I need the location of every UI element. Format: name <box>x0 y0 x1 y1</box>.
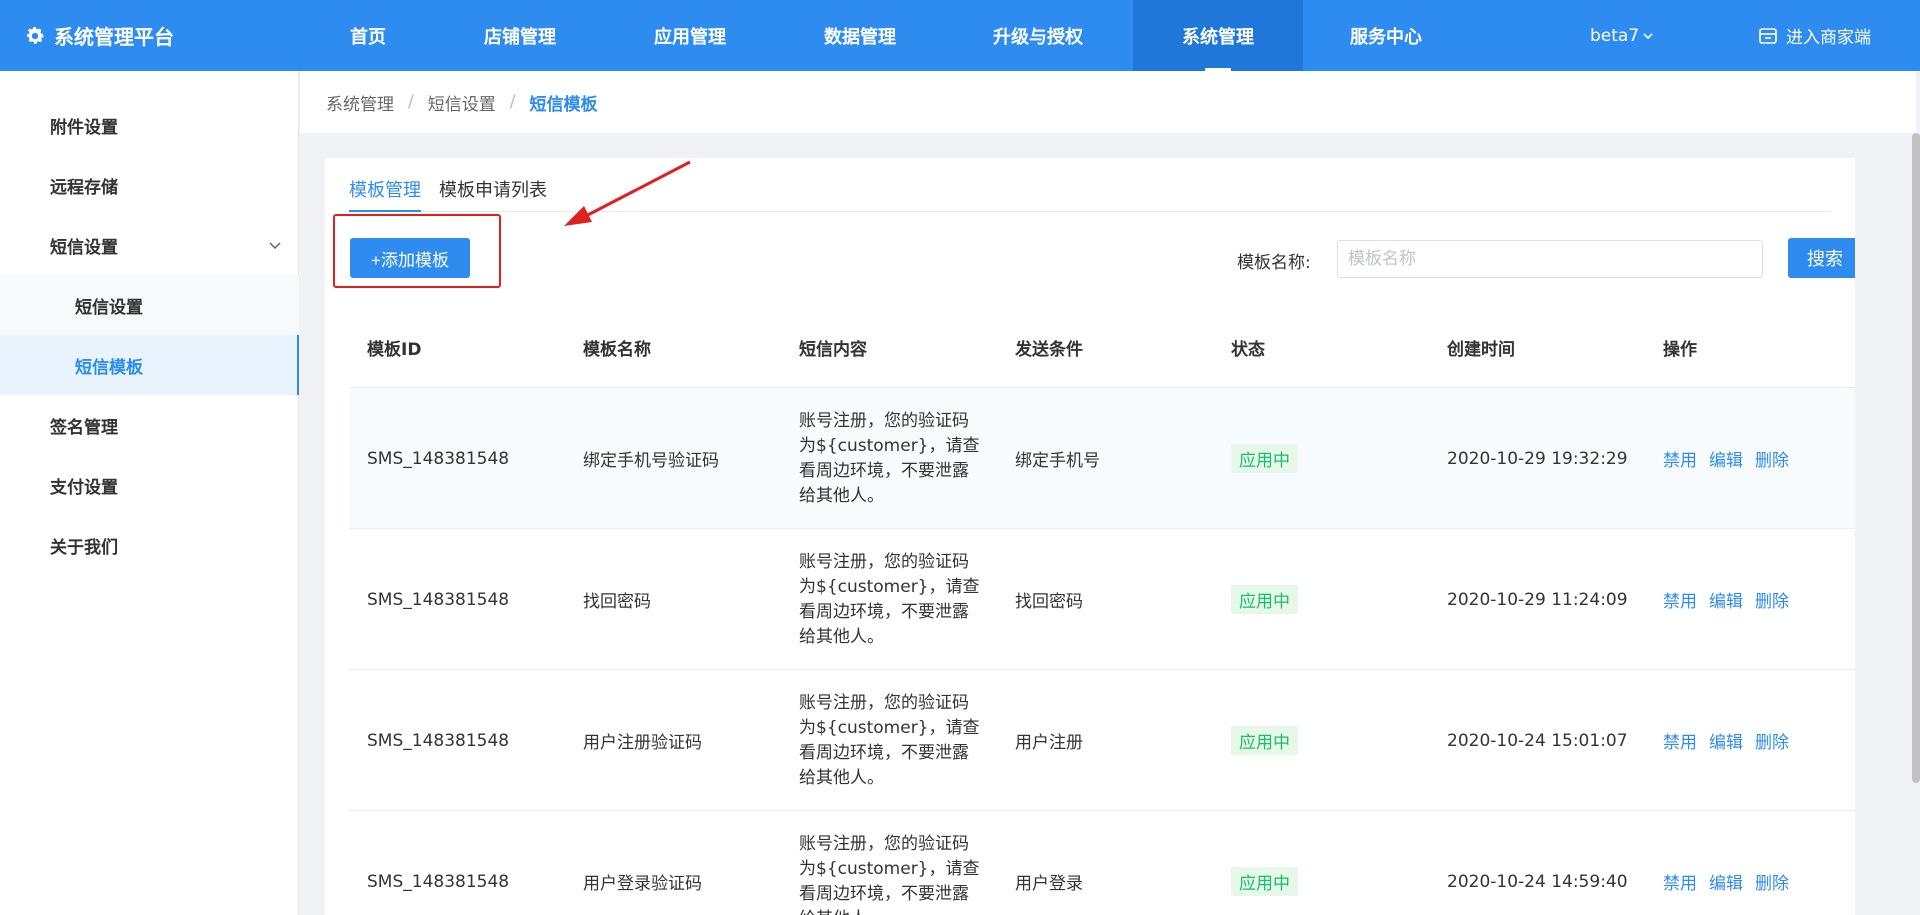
table-row: SMS_148381548 用户注册验证码 账号注册，您的验证码为${custo… <box>349 670 1855 811</box>
table-row: SMS_148381548 用户登录验证码 账号注册，您的验证码为${custo… <box>349 811 1855 915</box>
sidebar-subitem-sms-template[interactable]: 短信模板 <box>0 335 299 395</box>
nav-service-center[interactable]: 服务中心 <box>1336 0 1436 71</box>
cell-actions: 禁用 编辑 删除 <box>1663 388 1801 529</box>
nav-system-management[interactable]: 系统管理 <box>1133 0 1303 71</box>
edit-link[interactable]: 编辑 <box>1709 446 1743 471</box>
page-scrollbar[interactable] <box>1912 133 1920 783</box>
sidebar-item-sms-settings[interactable]: 短信设置 <box>0 215 299 275</box>
cell-template-id: SMS_148381548 <box>367 730 510 751</box>
disable-link[interactable]: 禁用 <box>1663 587 1697 612</box>
template-table: 模板ID 模板名称 短信内容 发送条件 状态 创建时间 操作 SMS_14838… <box>349 306 1855 915</box>
search-button[interactable]: 搜索 <box>1788 238 1855 278</box>
table-row: SMS_148381548 找回密码 账号注册，您的验证码为${customer… <box>349 529 1855 670</box>
sidebar-item-remote-storage[interactable]: 远程存储 <box>0 155 299 215</box>
store-icon <box>1759 27 1777 44</box>
cell-created-time: 2020-10-29 19:32:29 <box>1447 448 1628 469</box>
column-header: 状态 <box>1231 339 1265 360</box>
cell-template-name: 用户注册验证码 <box>583 733 702 753</box>
delete-link[interactable]: 删除 <box>1755 869 1789 894</box>
table-header: 模板ID 模板名称 短信内容 发送条件 状态 创建时间 操作 <box>349 306 1855 388</box>
add-template-button[interactable]: +添加模板 <box>350 238 470 278</box>
content-card: 模板管理 模板申请列表 +添加模板 模板名称: 搜索 模板ID 模板名称 短信内… <box>325 158 1855 915</box>
status-badge: 应用中 <box>1231 585 1298 614</box>
nav-home[interactable]: 首页 <box>318 0 418 71</box>
cell-sms-content: 账号注册，您的验证码为${customer}，请查看周边环境，不要泄露给其他人。 <box>799 833 980 915</box>
gear-icon <box>27 26 44 44</box>
delete-link[interactable]: 删除 <box>1755 446 1789 471</box>
sidebar-item-about[interactable]: 关于我们 <box>0 515 299 575</box>
search-label: 模板名称: <box>1237 253 1311 273</box>
disable-link[interactable]: 禁用 <box>1663 446 1697 471</box>
column-header: 模板名称 <box>583 339 651 360</box>
breadcrumb: 系统管理 / 短信设置 / 短信模板 <box>300 71 1916 133</box>
cell-send-condition: 用户登录 <box>1015 874 1083 894</box>
sidebar-item-payment[interactable]: 支付设置 <box>0 455 299 515</box>
enter-merchant-label: 进入商家端 <box>1786 28 1871 48</box>
cell-created-time: 2020-10-24 14:59:40 <box>1447 871 1628 892</box>
sidebar-subitem-sms-settings[interactable]: 短信设置 <box>0 275 299 335</box>
cell-template-id: SMS_148381548 <box>367 871 510 892</box>
user-menu[interactable]: beta7 <box>1590 0 1654 71</box>
cell-template-id: SMS_148381548 <box>367 448 510 469</box>
cell-actions: 禁用 编辑 删除 <box>1663 811 1801 915</box>
disable-link[interactable]: 禁用 <box>1663 728 1697 753</box>
cell-created-time: 2020-10-24 15:01:07 <box>1447 730 1628 751</box>
edit-link[interactable]: 编辑 <box>1709 728 1743 753</box>
status-badge: 应用中 <box>1231 726 1298 755</box>
nav-store-management[interactable]: 店铺管理 <box>470 0 570 71</box>
top-navbar: 系统管理平台 首页 店铺管理 应用管理 数据管理 升级与授权 系统管理 服务中心… <box>0 0 1920 71</box>
column-header: 操作 <box>1663 339 1697 360</box>
edit-link[interactable]: 编辑 <box>1709 587 1743 612</box>
sidebar: 附件设置 远程存储 短信设置 短信设置 短信模板 签名管理 支付设置 关于我们 <box>0 71 299 915</box>
breadcrumb-current: 短信模板 <box>529 94 598 115</box>
nav-app-management[interactable]: 应用管理 <box>640 0 740 71</box>
user-name: beta7 <box>1590 25 1640 46</box>
column-header: 短信内容 <box>799 339 867 360</box>
nav-upgrade-auth[interactable]: 升级与授权 <box>978 0 1098 71</box>
column-header: 创建时间 <box>1447 339 1515 360</box>
cell-sms-content: 账号注册，您的验证码为${customer}，请查看周边环境，不要泄露给其他人。 <box>799 692 980 788</box>
cell-send-condition: 绑定手机号 <box>1015 451 1100 471</box>
sidebar-item-signature[interactable]: 签名管理 <box>0 395 299 455</box>
tab-template-management[interactable]: 模板管理 <box>349 176 421 212</box>
chevron-down-icon <box>1643 32 1653 39</box>
cell-template-name: 找回密码 <box>583 592 651 612</box>
column-header: 发送条件 <box>1015 339 1083 360</box>
edit-link[interactable]: 编辑 <box>1709 869 1743 894</box>
cell-template-name: 绑定手机号验证码 <box>583 451 719 471</box>
column-header: 模板ID <box>367 339 422 360</box>
breadcrumb-separator: / <box>408 92 414 112</box>
cell-template-name: 用户登录验证码 <box>583 874 702 894</box>
delete-link[interactable]: 删除 <box>1755 728 1789 753</box>
status-badge: 应用中 <box>1231 444 1298 473</box>
brand[interactable]: 系统管理平台 <box>24 0 174 71</box>
cell-sms-content: 账号注册，您的验证码为${customer}，请查看周边环境，不要泄露给其他人。 <box>799 410 980 506</box>
cell-created-time: 2020-10-29 11:24:09 <box>1447 589 1628 610</box>
brand-title: 系统管理平台 <box>54 25 174 49</box>
breadcrumb-item[interactable]: 系统管理 <box>326 90 394 115</box>
cell-actions: 禁用 编辑 删除 <box>1663 529 1801 670</box>
sidebar-item-attachment[interactable]: 附件设置 <box>0 95 299 155</box>
sidebar-item-label: 短信设置 <box>50 237 118 258</box>
cell-send-condition: 找回密码 <box>1015 592 1083 612</box>
cell-actions: 禁用 编辑 删除 <box>1663 670 1801 811</box>
delete-link[interactable]: 删除 <box>1755 587 1789 612</box>
cell-sms-content: 账号注册，您的验证码为${customer}，请查看周边环境，不要泄露给其他人。 <box>799 551 980 647</box>
chevron-down-icon <box>269 242 281 250</box>
tab-template-applications[interactable]: 模板申请列表 <box>439 176 547 202</box>
cell-template-id: SMS_148381548 <box>367 589 510 610</box>
enter-merchant-button[interactable]: 进入商家端 <box>1758 0 1871 71</box>
status-badge: 应用中 <box>1231 867 1298 896</box>
breadcrumb-separator: / <box>509 92 516 112</box>
nav-data-management[interactable]: 数据管理 <box>810 0 910 71</box>
table-row: SMS_148381548 绑定手机号验证码 账号注册，您的验证码为${cust… <box>349 388 1855 529</box>
breadcrumb-item[interactable]: 短信设置 <box>428 90 496 115</box>
annotation-arrow-icon <box>564 160 691 226</box>
disable-link[interactable]: 禁用 <box>1663 869 1697 894</box>
template-name-search-input[interactable] <box>1337 240 1763 278</box>
cell-send-condition: 用户注册 <box>1015 733 1083 753</box>
